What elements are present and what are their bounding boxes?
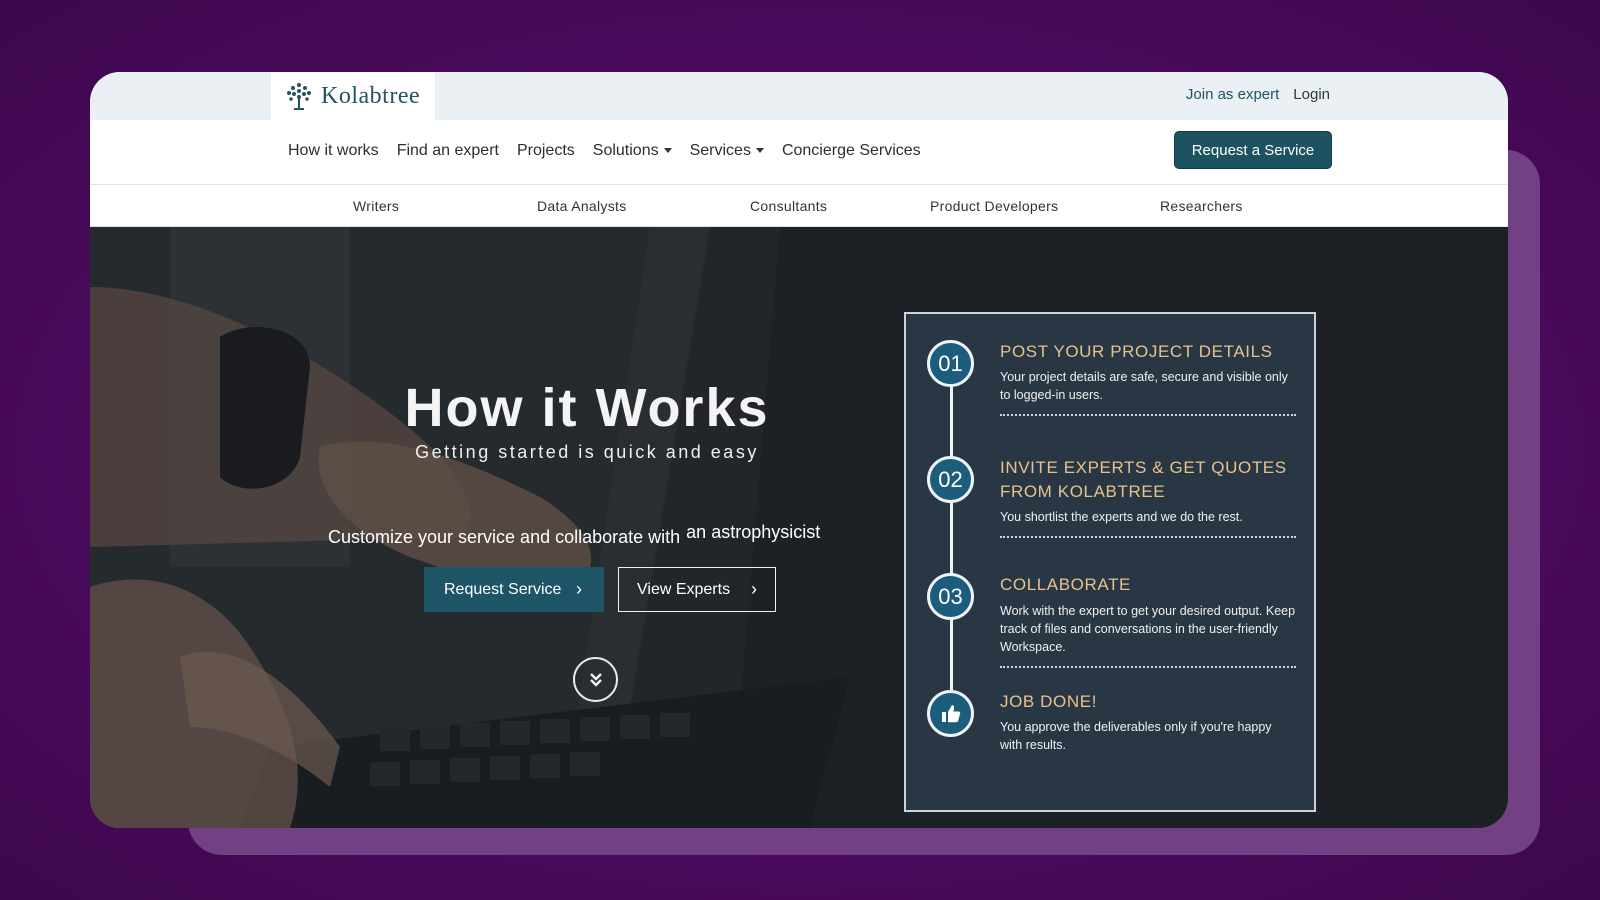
view-experts-label: View Experts	[637, 580, 731, 598]
hero-section: How it Works Getting started is quick an…	[90, 227, 1508, 828]
step-title: POST YOUR PROJECT DETAILS	[1000, 342, 1273, 361]
step-thumbs-up-badge	[927, 690, 974, 737]
category-researchers[interactable]: Researchers	[1160, 198, 1243, 214]
caret-down-icon	[755, 148, 764, 154]
step-description: Work with the expert to get your desired…	[1000, 604, 1296, 654]
category-product-developers[interactable]: Product Developers	[930, 198, 1058, 214]
nav-item-label: Solutions	[592, 142, 659, 159]
step-number-badge: 01	[927, 340, 974, 387]
nav-item-solutions[interactable]: Solutions	[593, 142, 672, 160]
nav-item-find-an-expert[interactable]: Find an expert	[397, 142, 499, 160]
nav-item-services[interactable]: Services	[690, 142, 764, 160]
chevron-right-icon: ›	[576, 579, 582, 599]
step-divider	[1000, 666, 1296, 668]
step-description: You shortlist the experts and we do the …	[1000, 510, 1243, 524]
nav-item-concierge-services[interactable]: Concierge Services	[782, 142, 921, 160]
logo[interactable]: Kolabtree	[271, 72, 435, 120]
step-title: JOB DONE!	[1000, 692, 1098, 711]
expert-category-nav: Writers Data Analysts Consultants Product D…	[90, 185, 1508, 227]
thumbs-up-icon	[941, 704, 960, 722]
nav-item-label: Find an expert	[396, 142, 499, 159]
step-divider	[1000, 536, 1296, 538]
step-title: INVITE EXPERTS & GET QUOTES FROM KOLABTR…	[1000, 458, 1287, 501]
login-link[interactable]: Login	[1293, 86, 1330, 103]
brand-name: Kolabtree	[321, 82, 421, 109]
step-title: COLLABORATE	[1000, 575, 1131, 594]
request-service-label: Request Service	[444, 580, 562, 598]
category-data-analysts[interactable]: Data Analysts	[537, 198, 627, 214]
step-divider	[1000, 414, 1296, 416]
tree-logo-icon	[287, 83, 311, 110]
scroll-down-button[interactable]	[573, 657, 618, 702]
main-nav: How it works Find an expert Projects Soluti…	[90, 120, 1508, 185]
step-description: Your project details are safe, secure an…	[1000, 370, 1288, 402]
request-service-button[interactable]: Request Service ›	[424, 567, 604, 612]
hero-customize-text: Customize your service and collaborate w…	[328, 522, 820, 548]
rotating-role: an astrophysicist	[686, 522, 821, 542]
chevron-right-icon: ›	[751, 579, 757, 599]
nav-item-label: Projects	[516, 142, 575, 159]
customize-label: Customize your service and collaborate w…	[328, 527, 681, 547]
nav-item-how-it-works[interactable]: How it works	[288, 142, 379, 160]
nav-menu: How it works Find an expert Projects Soluti…	[288, 142, 921, 160]
request-a-service-button[interactable]: Request a Service	[1174, 131, 1332, 169]
join-as-expert-link[interactable]: Join as expert	[1186, 86, 1279, 103]
double-chevron-down-icon	[589, 672, 602, 687]
view-experts-button[interactable]: View Experts ›	[618, 567, 776, 612]
top-bar: Kolabtree Join as expert Login	[90, 72, 1508, 120]
step-number-badge: 03	[927, 573, 974, 620]
caret-down-icon	[663, 148, 672, 154]
category-consultants[interactable]: Consultants	[750, 198, 827, 214]
step-description: You approve the deliverables only if you…	[1000, 720, 1272, 752]
step-number-badge: 02	[927, 456, 974, 503]
nav-item-projects[interactable]: Projects	[517, 142, 575, 160]
website-window: Kolabtree Join as expert Login How it wo…	[90, 72, 1508, 828]
nav-item-label: How it works	[288, 142, 379, 159]
account-links: Join as expert Login	[1186, 86, 1330, 103]
timeline-line	[950, 354, 953, 734]
category-writers[interactable]: Writers	[353, 198, 399, 214]
nav-item-label: Services	[689, 142, 751, 159]
how-it-works-steps-panel: 01 POST YOUR PROJECT DETAILS Your projec…	[904, 312, 1316, 812]
nav-item-label: Concierge Services	[781, 142, 921, 159]
